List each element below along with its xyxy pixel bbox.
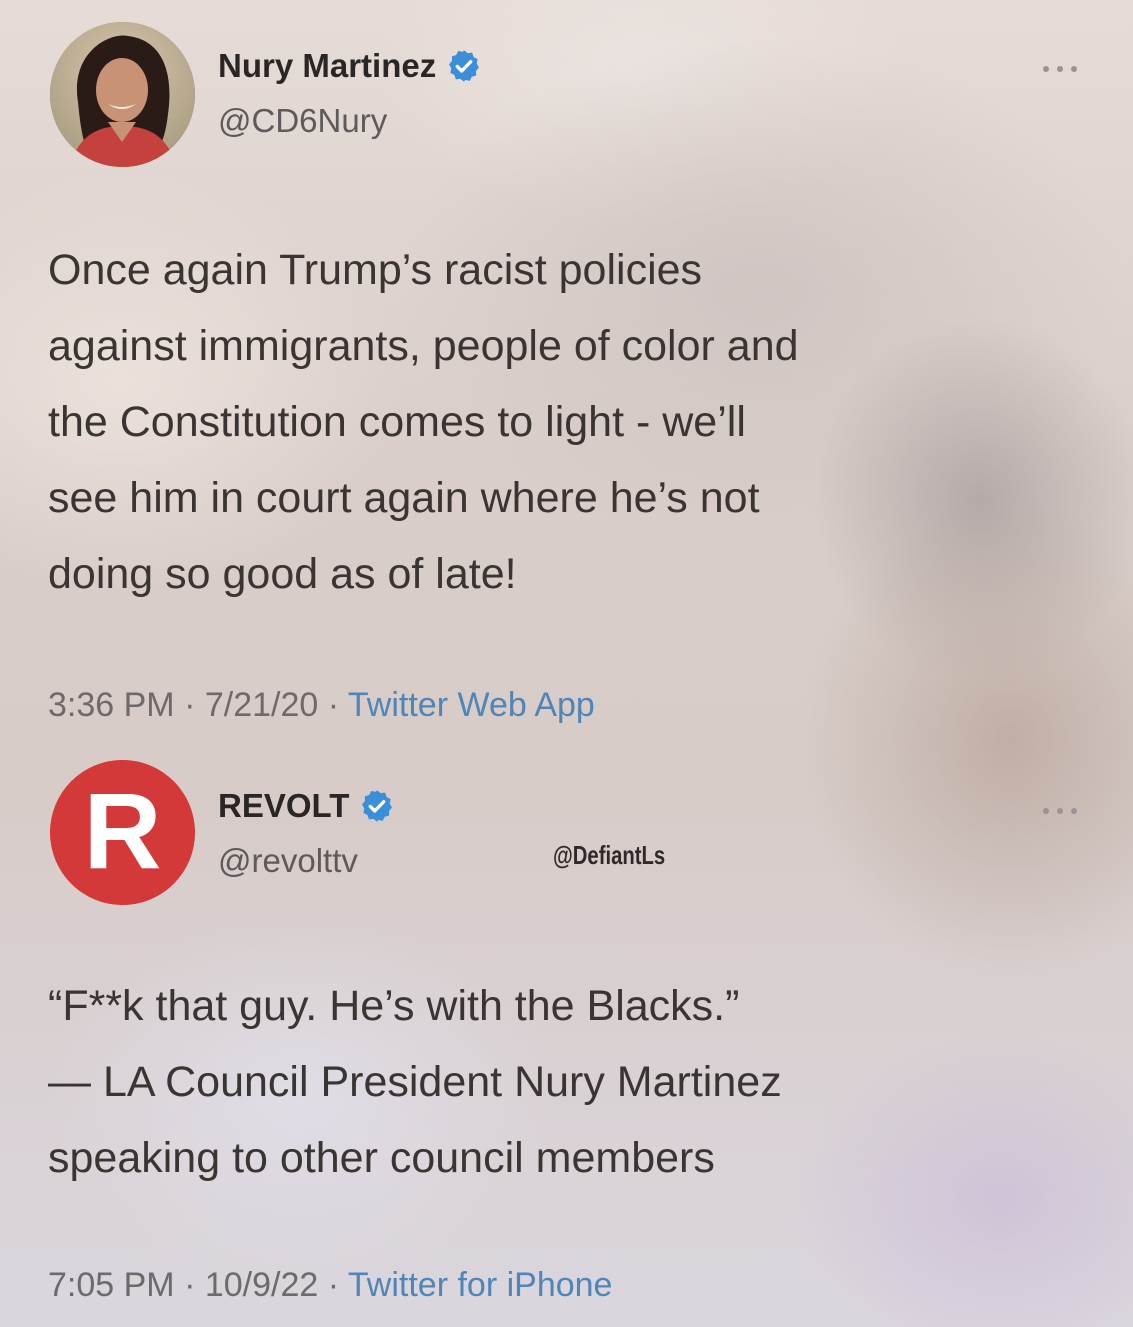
- revolt-logo-icon: R: [50, 760, 195, 905]
- watermark: @DefiantLs: [553, 840, 666, 870]
- tweet-date[interactable]: 10/9/22: [205, 1266, 318, 1304]
- verified-badge-icon: [359, 788, 395, 824]
- avatar-letter: R: [84, 770, 162, 891]
- author-handle[interactable]: @CD6Nury: [218, 102, 387, 140]
- tweet-meta: 7:05 PM · 10/9/22 · Twitter for iPhone: [48, 1266, 612, 1305]
- tweet-time[interactable]: 7:05 PM: [48, 1266, 175, 1304]
- author-name[interactable]: Nury Martinez: [218, 47, 436, 85]
- author-row: REVOLT: [218, 787, 395, 825]
- tweet-date[interactable]: 7/21/20: [205, 686, 318, 724]
- avatar[interactable]: [50, 22, 195, 167]
- meta-separator: ·: [174, 686, 205, 724]
- avatar[interactable]: R: [50, 760, 195, 905]
- tweet-meta: 3:36 PM · 7/21/20 · Twitter Web App: [48, 686, 595, 725]
- verified-badge-icon: [446, 48, 482, 84]
- more-options-icon[interactable]: [1040, 797, 1080, 823]
- tweet-source[interactable]: Twitter Web App: [348, 686, 595, 724]
- tweet-text: Once again Trump’s racist policies again…: [48, 246, 799, 598]
- tweet-time[interactable]: 3:36 PM: [48, 686, 175, 724]
- author-handle[interactable]: @revolttv: [218, 842, 358, 880]
- meta-separator: ·: [318, 686, 348, 724]
- author-name[interactable]: REVOLT: [218, 787, 349, 825]
- meta-separator: ·: [174, 1266, 205, 1304]
- profile-photo: [50, 22, 195, 167]
- author-row: Nury Martinez: [218, 47, 482, 85]
- tweet-source[interactable]: Twitter for iPhone: [348, 1266, 613, 1304]
- meta-separator: ·: [318, 1266, 348, 1304]
- tweet-text: “F**k that guy. He’s with the Blacks.” —…: [48, 982, 782, 1182]
- tweet-nury-martinez: Nury Martinez @CD6Nury Once again Trump’…: [0, 0, 1133, 740]
- more-options-icon[interactable]: [1040, 55, 1080, 81]
